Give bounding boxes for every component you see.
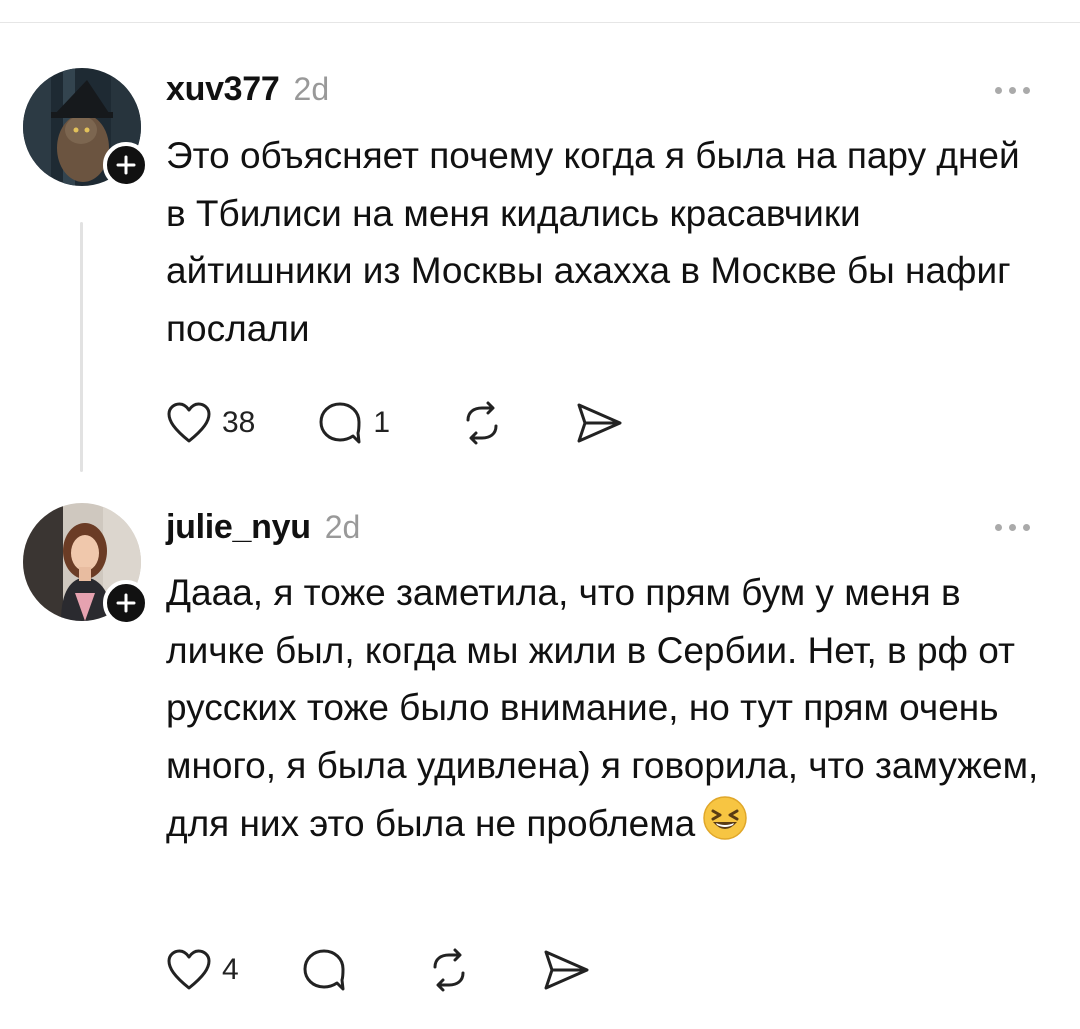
- action-bar: 4: [166, 945, 591, 995]
- like-count: 38: [222, 406, 256, 439]
- plus-icon: [116, 155, 136, 175]
- send-icon: [544, 950, 589, 990]
- reply-button[interactable]: [301, 947, 357, 993]
- top-divider: [0, 22, 1080, 23]
- laughing-emoji: [701, 794, 749, 859]
- like-button[interactable]: 38: [166, 401, 255, 445]
- follow-button[interactable]: [103, 142, 149, 188]
- share-button[interactable]: [574, 401, 624, 445]
- more-dots-icon: [994, 523, 1002, 531]
- heart-icon: [167, 402, 211, 443]
- send-icon: [577, 403, 622, 443]
- more-options-button[interactable]: [988, 517, 1036, 537]
- comment-header: xuv377 2d: [166, 70, 329, 109]
- comment-header: julie_nyu 2d: [166, 508, 360, 547]
- repost-button[interactable]: [458, 400, 506, 446]
- repost-button[interactable]: [425, 947, 473, 993]
- more-dot: [1022, 523, 1030, 531]
- share-button[interactable]: [541, 948, 591, 992]
- comment-text: Дааа, я тоже заметила, что прям бум у ме…: [166, 564, 1046, 859]
- more-dot: [1008, 523, 1016, 531]
- comment-bubble-icon: [303, 949, 345, 991]
- more-options-button[interactable]: [988, 80, 1036, 100]
- reply-button[interactable]: 1: [317, 400, 390, 446]
- comment-bubble-icon: [319, 402, 361, 444]
- plus-icon: [116, 593, 136, 613]
- repost-icon: [466, 401, 498, 445]
- like-button[interactable]: 4: [166, 948, 239, 992]
- timestamp: 2d: [293, 71, 330, 107]
- more-dot: [1008, 86, 1016, 94]
- like-count: 4: [222, 953, 239, 986]
- timestamp: 2d: [324, 509, 361, 545]
- follow-button[interactable]: [103, 580, 149, 626]
- comment-text: Это объясняет почему когда я была на пар…: [166, 135, 1020, 349]
- repost-icon: [433, 948, 465, 992]
- thread-line: [80, 222, 83, 472]
- username[interactable]: xuv377: [166, 70, 280, 109]
- username[interactable]: julie_nyu: [166, 508, 311, 547]
- more-dot: [1022, 86, 1030, 94]
- heart-icon: [167, 949, 211, 990]
- comment-text-body: Дааа, я тоже заметила, что прям бум у ме…: [166, 572, 1039, 845]
- more-dots-icon: [994, 86, 1002, 94]
- action-bar: 38 1: [166, 398, 624, 448]
- reply-count: 1: [373, 406, 391, 439]
